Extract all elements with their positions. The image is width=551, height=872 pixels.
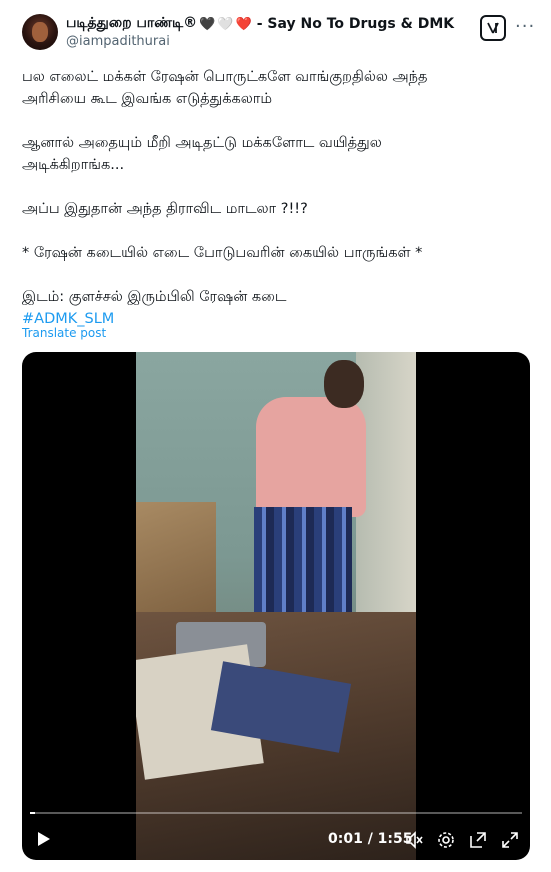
heart-black: 🖤 bbox=[199, 16, 216, 32]
tweet-text: பல எலைட் மக்கள் ரேஷன் பொருட்களே வாங்குறத… bbox=[22, 66, 532, 330]
tweet: படித்துறை பாண்டி® 🖤 🤍 ❤️ - Say No To Dru… bbox=[0, 0, 551, 872]
author-name-row[interactable]: படித்துறை பாண்டி® 🖤 🤍 ❤️ - Say No To Dru… bbox=[66, 14, 454, 34]
video-progress-bar[interactable] bbox=[30, 812, 522, 814]
video-time: 0:01 / 1:55 bbox=[328, 831, 413, 847]
fullscreen-icon[interactable] bbox=[500, 830, 520, 850]
tweet-line: அரிசியை கூட இவங்க எடுத்துக்கலாம் bbox=[22, 91, 273, 107]
video-frame bbox=[136, 352, 416, 860]
mute-icon[interactable] bbox=[404, 830, 424, 850]
settings-icon[interactable] bbox=[436, 830, 456, 850]
heart-red: ❤️ bbox=[235, 16, 252, 32]
author-display-name[interactable]: படித்துறை பாண்டி® bbox=[66, 15, 197, 33]
tweet-line: * ரேஷன் கடையில் எடை போடுபவரின் கையில் பா… bbox=[22, 245, 423, 261]
tweet-line: அப்ப இதுதான் அந்த திராவிட மாடலா ?!!? bbox=[22, 201, 308, 217]
tweet-line: இடம்: குளச்சல் இரும்பிலி ரேஷன் கடை bbox=[22, 289, 287, 305]
grok-icon[interactable] bbox=[480, 15, 506, 41]
pip-icon[interactable] bbox=[468, 830, 488, 850]
author-tagline: - Say No To Drugs & DMK bbox=[256, 16, 455, 32]
heart-white: 🤍 bbox=[217, 16, 234, 32]
more-icon[interactable]: ··· bbox=[515, 16, 535, 37]
translate-post-link[interactable]: Translate post bbox=[22, 326, 106, 340]
avatar[interactable] bbox=[22, 14, 58, 50]
tweet-line: ஆனால் அதையும் மீறி அடிதட்டு மக்களோட வயித… bbox=[22, 135, 382, 151]
play-icon[interactable] bbox=[34, 830, 52, 848]
person-figure bbox=[256, 397, 366, 517]
tweet-line: அடிக்கிறாங்க... bbox=[22, 157, 125, 173]
author-handle[interactable]: @iampadithurai bbox=[66, 34, 170, 49]
avatar-face bbox=[32, 22, 48, 42]
video-progress-fill bbox=[30, 812, 35, 814]
tweet-line: பல எலைட் மக்கள் ரேஷன் பொருட்களே வாங்குறத… bbox=[22, 69, 428, 85]
video-player[interactable]: 0:01 / 1:55 bbox=[22, 352, 530, 860]
